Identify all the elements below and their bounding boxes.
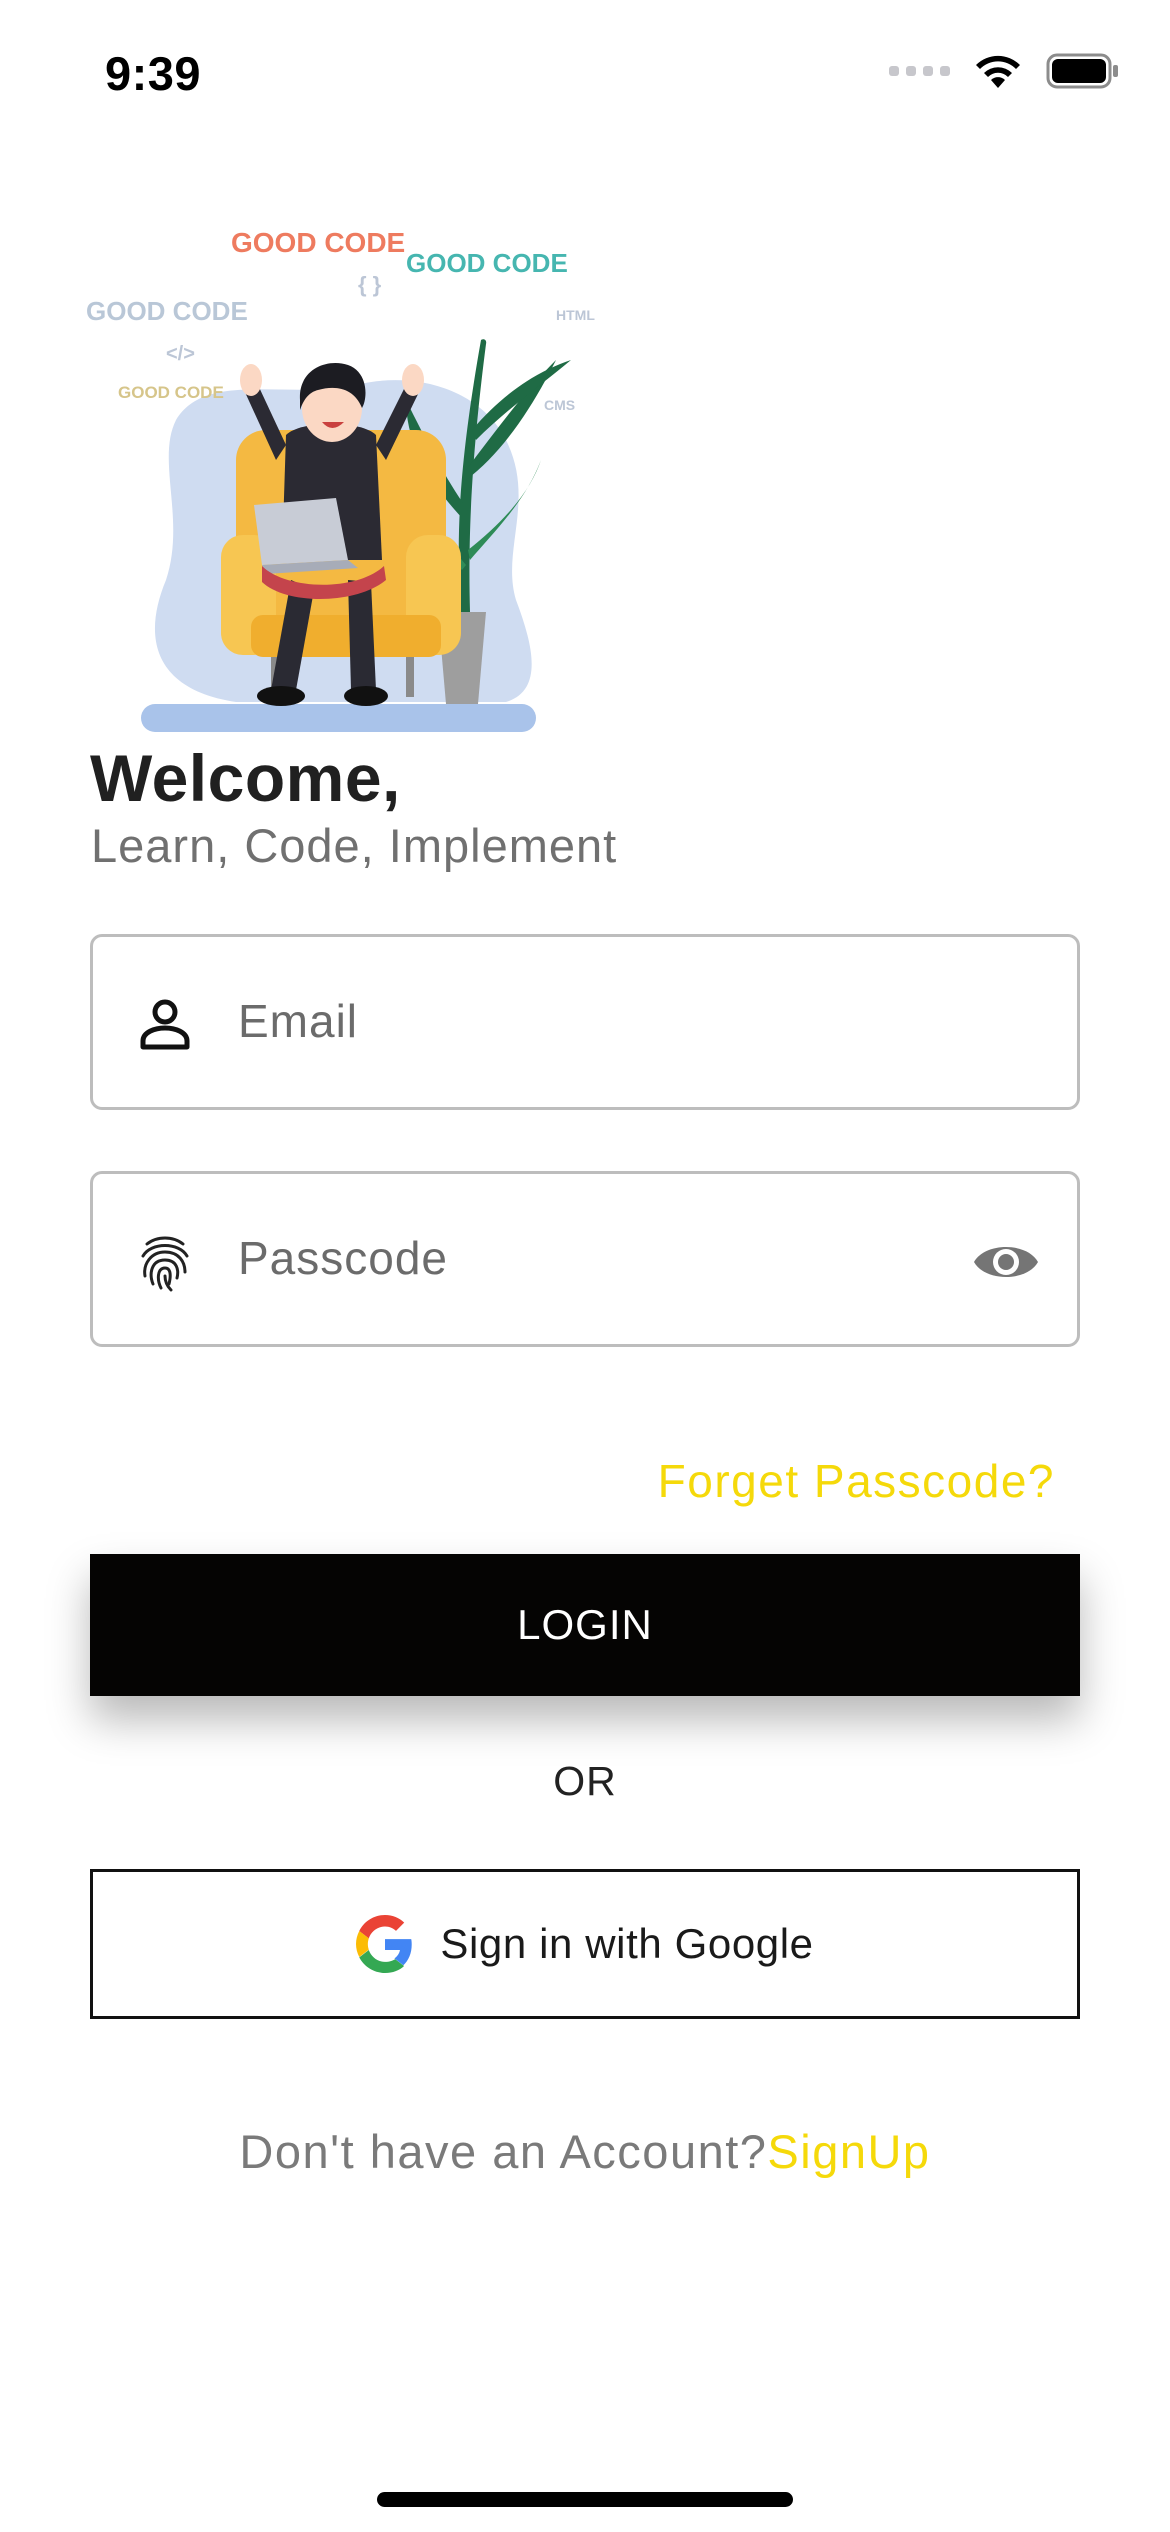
code-word-2: GOOD CODE [406, 248, 568, 278]
google-g-icon [356, 1915, 413, 1973]
battery-icon [1046, 53, 1118, 89]
wifi-icon [976, 55, 1020, 88]
welcome-title: Welcome, [90, 741, 401, 815]
signal-icon [889, 66, 950, 76]
signup-link[interactable]: SignUp [767, 2125, 930, 2178]
hero-illustration: GOOD CODE GOOD CODE GOOD CODE GOOD CODE … [86, 227, 595, 732]
passcode-field[interactable]: Passcode [90, 1171, 1080, 1347]
login-screen: 9:39 GOOD CODE GOOD CODE GOOD CODE GOOD … [0, 0, 1170, 2532]
welcome-subtitle: Learn, Code, Implement [91, 819, 618, 872]
eye-icon[interactable] [971, 1230, 1041, 1294]
fingerprint-icon [141, 1236, 189, 1292]
passcode-placeholder: Passcode [238, 1232, 449, 1284]
floor-shape [141, 704, 536, 732]
status-icons [889, 52, 1120, 90]
status-time: 9:39 [105, 47, 202, 100]
code-word-cms: CMS [544, 397, 575, 413]
code-word-braces: { } [358, 272, 382, 297]
code-word-3: GOOD CODE [86, 296, 248, 326]
code-word-1: GOOD CODE [231, 227, 405, 258]
login-button[interactable]: LOGIN [90, 1554, 1080, 1696]
person-icon [140, 999, 190, 1050]
signup-row: Don't have an Account?SignUp [0, 2124, 1170, 2179]
signup-prompt: Don't have an Account? [239, 2125, 768, 2178]
forgot-passcode-link[interactable]: Forget Passcode? [658, 1454, 1055, 1508]
google-signin-label: Sign in with Google [440, 1920, 814, 1967]
or-divider: OR [553, 1758, 617, 1804]
google-signin-button[interactable]: Sign in with Google [90, 1869, 1080, 2019]
code-word-tag: </> [166, 343, 195, 365]
code-word-html: HTML [556, 307, 595, 323]
email-field[interactable]: Email [90, 934, 1080, 1110]
code-word-4: GOOD CODE [118, 383, 224, 402]
email-placeholder: Email [238, 995, 359, 1047]
home-indicator[interactable] [377, 2492, 793, 2507]
